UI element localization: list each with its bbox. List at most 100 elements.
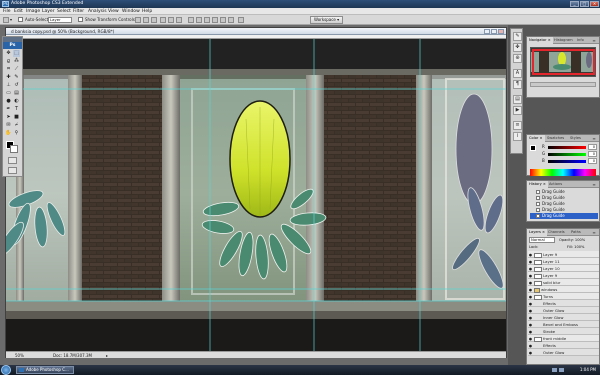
layer-effect-row[interactable]: ● Outer Glow — [528, 307, 599, 314]
status-menu-chevron-icon[interactable]: ▸ — [106, 352, 108, 359]
brush-tool-icon[interactable]: ✎ — [13, 74, 20, 81]
distribute-left-icon[interactable] — [212, 17, 218, 23]
menu-layer[interactable]: Layer — [42, 8, 55, 15]
screen-mode-icon[interactable] — [8, 167, 17, 174]
show-transform-checkbox[interactable] — [78, 17, 83, 22]
auto-select-checkbox[interactable] — [18, 17, 23, 22]
network-icon[interactable] — [552, 368, 557, 372]
start-button[interactable] — [1, 365, 11, 375]
eraser-tool-icon[interactable]: ▭ — [5, 90, 12, 97]
align-vcenter-icon[interactable] — [143, 17, 149, 23]
panel-menu-icon[interactable]: ≡ — [591, 230, 597, 235]
layer-visibility-eye-icon[interactable]: ● — [528, 350, 533, 357]
navigator-thumbnail[interactable] — [530, 47, 596, 77]
slice-tool-icon[interactable]: ⟋ — [13, 66, 20, 73]
layer-row[interactable]: ● Layer 10 — [528, 265, 599, 272]
eyedropper-tool-icon[interactable]: ⌿ — [13, 122, 20, 129]
move-tool-icon[interactable] — [3, 17, 9, 23]
crop-tool-icon[interactable]: ⌗ — [5, 66, 12, 73]
clone-stamp-tool-icon[interactable]: ⊥ — [5, 82, 12, 89]
green-slider[interactable] — [548, 153, 586, 156]
menu-image[interactable]: Image — [26, 8, 40, 15]
menu-select[interactable]: Select — [57, 8, 71, 15]
layer-row[interactable]: ● Layer 11 — [528, 258, 599, 265]
panel-menu-icon[interactable]: ≡ — [591, 38, 597, 43]
layer-effect-row[interactable]: ● Outer Glow — [528, 349, 599, 356]
navigator-zoom-slider[interactable] — [530, 82, 596, 87]
history-brush-tool-icon[interactable]: ↺ — [13, 82, 20, 89]
volume-icon[interactable] — [559, 368, 564, 372]
maximize-button[interactable]: □ — [580, 1, 589, 7]
layer-effect-row[interactable]: ● Bevel and Emboss — [528, 321, 599, 328]
info-icon[interactable]: i — [513, 132, 522, 141]
panel-menu-icon[interactable]: ≡ — [591, 182, 597, 187]
hand-tool-icon[interactable]: ✋ — [5, 130, 12, 137]
tab-history[interactable]: History × — [527, 181, 548, 188]
blue-value-field[interactable]: 0 — [588, 158, 597, 164]
color-spectrum-ramp[interactable] — [530, 169, 596, 176]
gradient-tool-icon[interactable]: ▤ — [13, 90, 20, 97]
tab-channels[interactable]: Channels — [546, 229, 567, 236]
photoshop-logo[interactable]: Ps — [3, 42, 22, 49]
workspace-button[interactable]: Workspace ▾ — [310, 16, 344, 24]
tab-layers[interactable]: Layers × — [527, 229, 548, 236]
notes-tool-icon[interactable]: ✉ — [5, 122, 12, 129]
minimize-button[interactable]: _ — [570, 1, 579, 7]
panel-menu-icon[interactable]: ≡ — [591, 136, 597, 141]
pen-tool-icon[interactable]: ✒ — [5, 106, 12, 113]
tab-histogram[interactable]: Histogram — [552, 37, 575, 44]
history-item-selected[interactable]: Drag Guide — [530, 213, 598, 219]
menu-view[interactable]: View — [108, 8, 119, 15]
menu-filter[interactable]: Filter — [73, 8, 84, 15]
close-button[interactable]: × — [590, 1, 599, 7]
layer-effect-row[interactable]: ● Effects — [528, 300, 599, 307]
layer-comps-icon[interactable]: ▤ — [513, 95, 522, 104]
tool-presets-icon[interactable]: ✎ — [513, 32, 522, 41]
tab-info[interactable]: Info — [575, 37, 586, 44]
tab-actions[interactable]: Actions — [547, 181, 564, 188]
navigator-view-box[interactable] — [532, 49, 595, 75]
layer-row[interactable]: ● Layer 9 — [528, 272, 599, 279]
align-hcenter-icon[interactable] — [168, 17, 174, 23]
path-selection-tool-icon[interactable]: ➤ — [5, 114, 12, 121]
auto-align-icon[interactable] — [238, 17, 244, 23]
menu-edit[interactable]: Edit — [14, 8, 23, 15]
tool-preset-chevron-icon[interactable]: ▾ — [10, 15, 12, 25]
tab-paths[interactable]: Paths — [569, 229, 583, 236]
brushes-icon[interactable]: ✤ — [513, 43, 522, 52]
green-value-field[interactable]: 0 — [588, 151, 597, 157]
align-bottom-icon[interactable] — [151, 17, 157, 23]
layer-row[interactable]: ● solid blur — [528, 279, 599, 286]
layer-group-row[interactable]: ● windows — [528, 286, 599, 293]
animation-icon[interactable]: ▶ — [513, 106, 522, 115]
zoom-field[interactable]: 50% — [15, 352, 24, 359]
layer-effect-row[interactable]: ● Effects — [528, 342, 599, 349]
zoom-tool-icon[interactable]: ⚲ — [13, 130, 20, 137]
blur-tool-icon[interactable]: ● — [5, 98, 12, 105]
background-color-swatch[interactable] — [10, 145, 18, 153]
red-slider[interactable] — [548, 146, 586, 149]
lasso-tool-icon[interactable]: ϱ — [5, 58, 12, 65]
paragraph-icon[interactable]: ¶ — [513, 80, 522, 89]
clone-source-icon[interactable]: ⊕ — [513, 54, 522, 63]
menu-analysis[interactable]: Analysis — [88, 8, 107, 15]
quick-mask-mode-icon[interactable] — [8, 157, 17, 164]
layer-row[interactable]: ● Layer 9 — [528, 251, 599, 258]
tab-navigator[interactable]: Navigator × — [527, 37, 553, 44]
marquee-tool-icon[interactable]: ⬚ — [13, 50, 20, 57]
tab-color[interactable]: Color × — [527, 135, 545, 142]
layer-effect-row[interactable]: ● Inner Glow — [528, 314, 599, 321]
distribute-right-icon[interactable] — [228, 17, 234, 23]
distribute-bottom-icon[interactable] — [204, 17, 210, 23]
layer-effect-row[interactable]: ● Stroke — [528, 328, 599, 335]
opacity-field[interactable]: Opacity: 100% — [559, 237, 585, 243]
document-canvas[interactable] — [6, 39, 506, 351]
taskbar-clock[interactable]: 1:04 PM — [580, 365, 596, 375]
type-tool-icon[interactable]: T — [13, 106, 20, 113]
align-right-icon[interactable] — [176, 17, 182, 23]
auto-select-dropdown[interactable]: Layer — [48, 17, 72, 23]
taskbar-photoshop-button[interactable]: Adobe Photoshop C... — [16, 366, 74, 374]
doc-minimize-button[interactable] — [484, 29, 490, 34]
move-tool-icon[interactable]: ✥ — [5, 50, 12, 57]
tab-styles[interactable]: Styles — [568, 135, 583, 142]
